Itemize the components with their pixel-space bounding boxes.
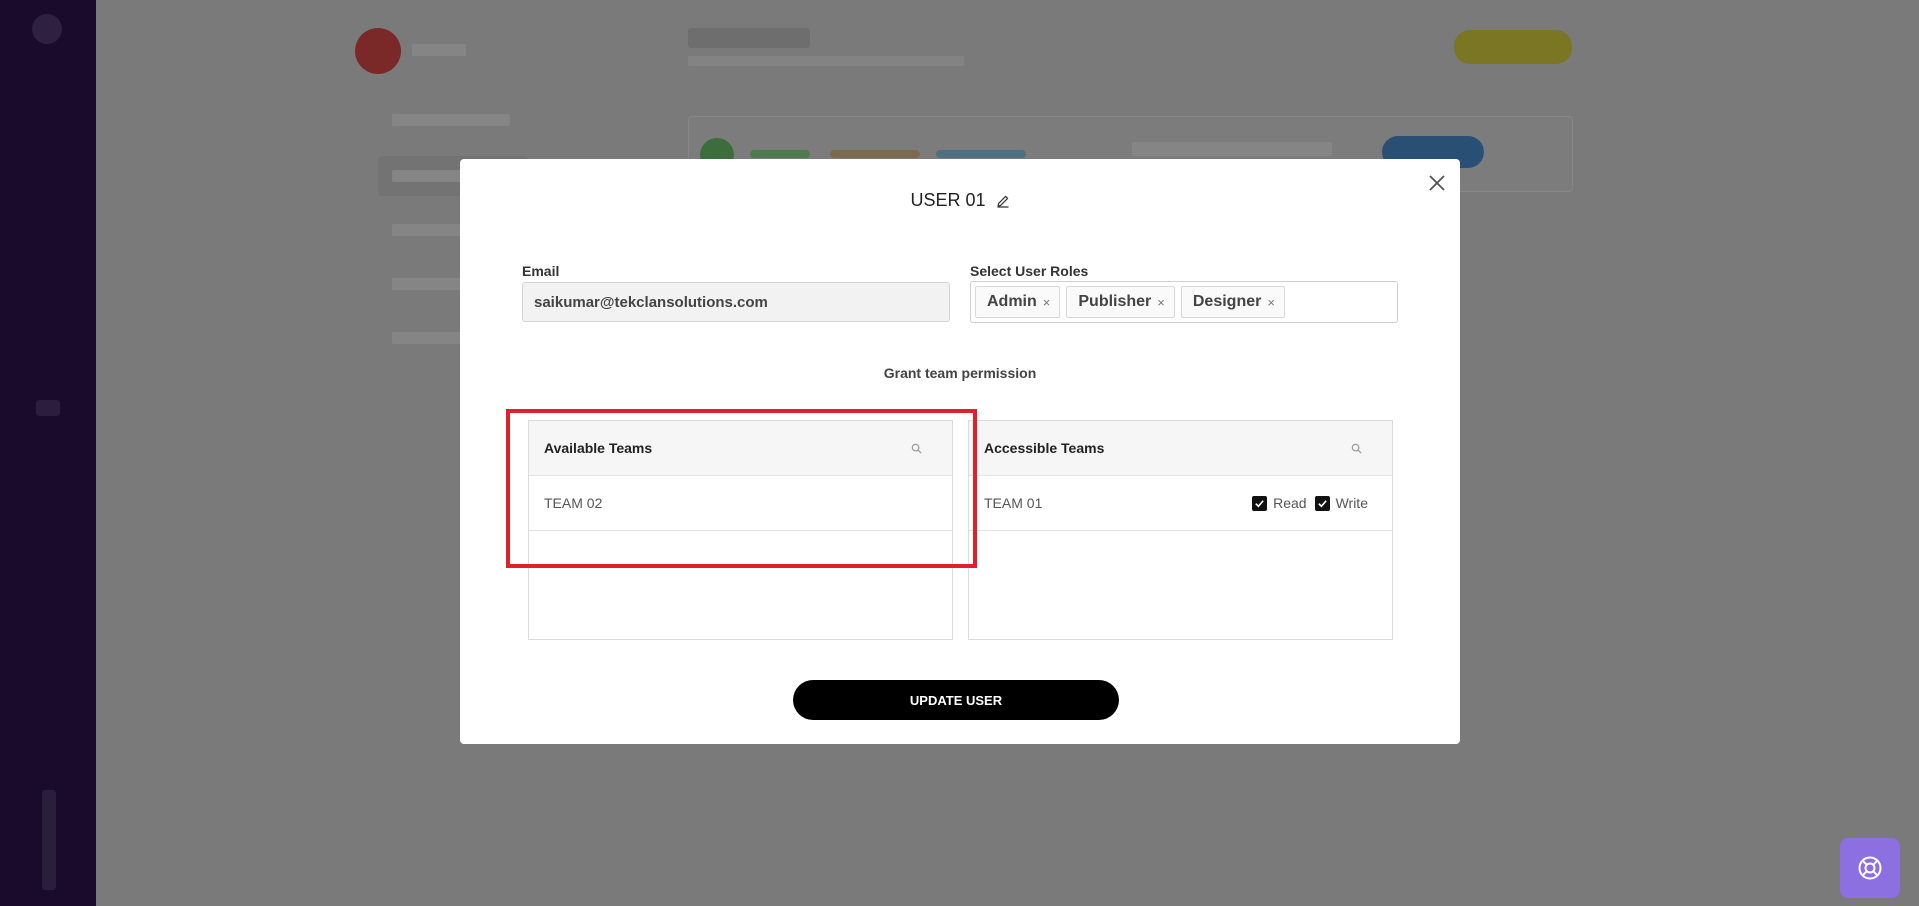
role-chip-label: Designer xyxy=(1192,293,1262,310)
remove-role-publisher-button[interactable]: × xyxy=(1157,295,1165,310)
sidebar-footer-label xyxy=(42,790,56,890)
background-primary-button xyxy=(1454,30,1572,64)
pencil-icon[interactable] xyxy=(996,194,1010,208)
check-icon xyxy=(1317,499,1327,507)
sidebar-logo xyxy=(32,14,62,44)
highlight-annotation xyxy=(506,409,977,568)
email-label: Email xyxy=(522,263,560,279)
modal-title-row: USER 01 xyxy=(460,190,1460,211)
check-icon xyxy=(1255,499,1264,507)
lifebuoy-icon xyxy=(1855,853,1885,883)
accessible-team-row[interactable]: TEAM 01 Read Write xyxy=(969,476,1392,531)
grant-permission-heading: Grant team permission xyxy=(883,365,1037,381)
background-brand-name xyxy=(412,44,466,56)
background-nav-item xyxy=(378,100,528,140)
write-permission: Write xyxy=(1314,495,1368,511)
role-chip-publisher: Publisher × xyxy=(1066,286,1175,318)
team-name: TEAM 01 xyxy=(984,495,1043,511)
background-page-title xyxy=(688,28,810,48)
read-checkbox[interactable] xyxy=(1252,495,1268,511)
modal-title: USER 01 xyxy=(910,190,986,210)
remove-role-admin-button[interactable]: × xyxy=(1043,295,1051,310)
search-icon[interactable] xyxy=(1351,443,1362,454)
app-sidebar xyxy=(0,0,96,906)
read-permission: Read xyxy=(1252,495,1307,511)
user-roles-select[interactable]: Admin × Publisher × Designer × xyxy=(970,281,1398,323)
background-role-bar xyxy=(936,150,1026,158)
background-brand-logo xyxy=(355,28,401,74)
background-role-bar xyxy=(830,150,920,158)
background-page-subtitle xyxy=(688,56,964,66)
accessible-teams-title: Accessible Teams xyxy=(984,440,1105,456)
role-chip-label: Publisher xyxy=(1078,293,1152,310)
roles-label: Select User Roles xyxy=(970,263,1089,279)
role-chip-admin: Admin × xyxy=(975,286,1061,318)
background-role-bar xyxy=(750,150,810,158)
accessible-teams-panel: Accessible Teams TEAM 01 Read Write xyxy=(968,420,1393,640)
role-chip-designer: Designer × xyxy=(1180,286,1285,318)
read-label: Read xyxy=(1273,495,1307,511)
write-checkbox[interactable] xyxy=(1314,495,1330,511)
background-field xyxy=(1132,142,1332,156)
accessible-teams-header: Accessible Teams xyxy=(969,421,1392,476)
team-permissions: Read Write xyxy=(1252,495,1368,511)
write-label: Write xyxy=(1335,495,1368,511)
sidebar-nav-icon xyxy=(36,400,60,416)
email-field[interactable] xyxy=(522,282,950,322)
help-widget-button[interactable] xyxy=(1840,838,1900,898)
role-chip-label: Admin xyxy=(987,293,1037,310)
remove-role-designer-button[interactable]: × xyxy=(1267,295,1275,310)
update-user-button[interactable]: UPDATE USER xyxy=(793,680,1119,720)
